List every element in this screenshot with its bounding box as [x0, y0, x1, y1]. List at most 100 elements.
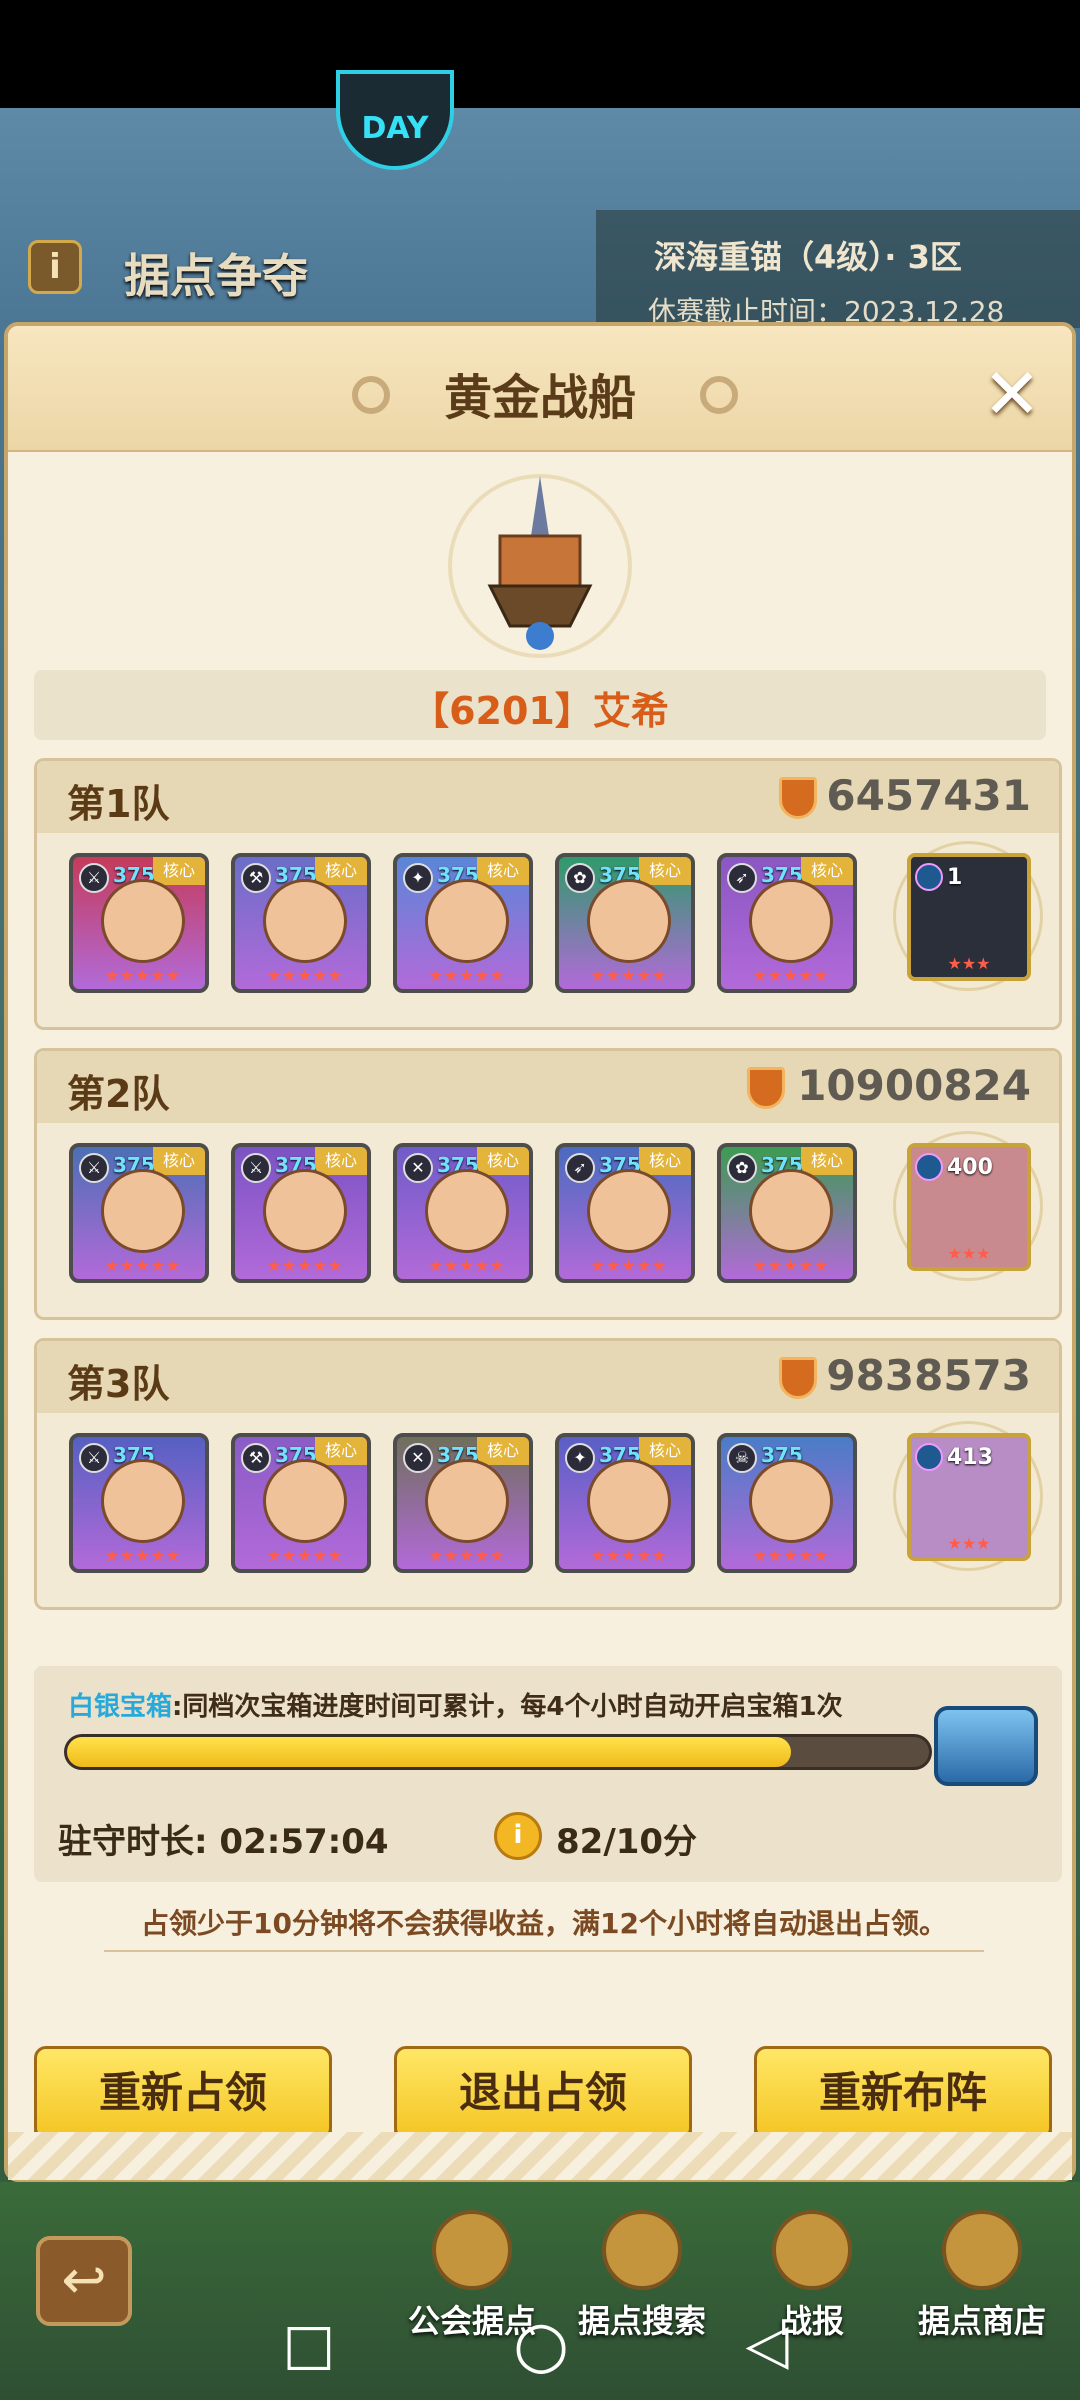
nav-stronghold-search[interactable]: 据点搜索: [562, 2200, 722, 2400]
class-icon: ➶: [565, 1153, 595, 1183]
team-card: 第2队 10900824 ⚔ 375 核心 ★★★★★ ⚔ 375 核心 ★★★…: [34, 1048, 1062, 1320]
close-button[interactable]: ✕: [978, 359, 1046, 430]
hero-stars: ★★★★★: [590, 966, 668, 985]
hero-face-icon: [101, 1459, 185, 1543]
owner-bar: 【6201】艾希: [34, 670, 1046, 740]
hero-portrait[interactable]: ✿ 375 核心 ★★★★★: [717, 1143, 857, 1283]
warship-emblem-icon: [448, 474, 632, 658]
chest-name: 白银宝箱: [68, 1692, 173, 1722]
hero-portrait[interactable]: ✦ 375 核心 ★★★★★: [555, 1433, 695, 1573]
class-icon: ⚔: [79, 863, 109, 893]
hero-face-icon: [101, 1169, 185, 1253]
hero-portrait[interactable]: ⚔ 375 ★★★★★: [69, 1433, 209, 1573]
silver-chest-icon[interactable]: [934, 1706, 1038, 1786]
stronghold-shop-icon: [942, 2210, 1022, 2290]
shield-icon: [779, 777, 817, 819]
core-badge: 核心: [477, 1147, 529, 1175]
team-header: 第2队 10900824: [37, 1051, 1059, 1123]
hero-face-icon: [425, 1169, 509, 1253]
hero-portrait[interactable]: ⚔ 375 核心 ★★★★★: [231, 1143, 371, 1283]
hero-portrait[interactable]: ➶ 375 核心 ★★★★★: [717, 853, 857, 993]
pet-portrait[interactable]: 1 ★★★: [907, 853, 1031, 981]
hero-portrait[interactable]: ⚔ 375 核心 ★★★★★: [69, 853, 209, 993]
team-power: 9838573: [826, 1351, 1031, 1400]
shield-icon: [747, 1067, 785, 1109]
divider: [104, 1950, 984, 1952]
hero-face-icon: [263, 879, 347, 963]
nav-stronghold-shop[interactable]: 据点商店: [902, 2200, 1062, 2400]
hero-stars: ★★★★★: [266, 1256, 344, 1275]
hero-face-icon: [263, 1459, 347, 1543]
hero-face-icon: [425, 1459, 509, 1543]
hero-face-icon: [749, 1459, 833, 1543]
pet-level: 413: [947, 1445, 993, 1470]
android-home-button[interactable]: ○: [506, 2310, 576, 2380]
class-icon: ✿: [727, 1153, 757, 1183]
hero-portrait[interactable]: ➶ 375 核心 ★★★★★: [555, 1143, 695, 1283]
class-icon: ✕: [403, 1443, 433, 1473]
dialog-title: 黄金战船: [443, 370, 636, 426]
redeploy-button[interactable]: 重新布阵: [754, 2046, 1052, 2140]
core-badge: 核心: [315, 857, 367, 885]
team-power: 6457431: [826, 771, 1031, 820]
android-back-button[interactable]: ◁: [732, 2310, 802, 2380]
hero-portrait[interactable]: ⚔ 375 核心 ★★★★★: [69, 1143, 209, 1283]
hero-portrait[interactable]: ⚒ 375 核心 ★★★★★: [231, 1433, 371, 1573]
android-recent-button[interactable]: □: [274, 2310, 344, 2380]
pet-portrait[interactable]: 400 ★★★: [907, 1143, 1031, 1271]
core-badge: 核心: [153, 857, 205, 885]
hero-stars: ★★★★★: [428, 1256, 506, 1275]
hero-portrait[interactable]: ⚒ 375 核心 ★★★★★: [231, 853, 371, 993]
class-icon: ⚔: [241, 1153, 271, 1183]
pet-level: 1: [947, 865, 963, 890]
hero-stars: ★★★★★: [590, 1546, 668, 1565]
pet-level: 400: [947, 1155, 993, 1180]
team-header: 第3队 9838573: [37, 1341, 1059, 1413]
season-name: 深海重锚（4级）· 3区: [654, 238, 962, 276]
hero-portrait[interactable]: ✿ 375 核心 ★★★★★: [555, 853, 695, 993]
hero-portrait[interactable]: ✕ 375 核心 ★★★★★: [393, 1433, 533, 1573]
core-badge: 核心: [477, 857, 529, 885]
team-label: 第1队: [67, 782, 170, 826]
info-icon[interactable]: i: [28, 240, 82, 294]
core-badge: 核心: [639, 857, 691, 885]
coin-rate: 82/10分: [556, 1822, 698, 1862]
pet-stars: ★★★: [947, 1244, 991, 1263]
chest-panel: 白银宝箱:同档次宝箱进度时间可累计，每4个小时自动开启宝箱1次 驻守时长: 02…: [34, 1666, 1062, 1882]
hero-face-icon: [749, 879, 833, 963]
chest-progress-fill: [67, 1737, 791, 1767]
coin-icon: i: [494, 1812, 542, 1860]
hero-stars: ★★★★★: [752, 966, 830, 985]
hero-stars: ★★★★★: [428, 966, 506, 985]
hero-stars: ★★★★★: [428, 1546, 506, 1565]
hero-portrait[interactable]: ✕ 375 核心 ★★★★★: [393, 1143, 533, 1283]
core-badge: 核心: [315, 1437, 367, 1465]
status-bar: [0, 0, 1080, 108]
reoccupy-button[interactable]: 重新占领: [34, 2046, 332, 2140]
hero-stars: ★★★★★: [752, 1256, 830, 1275]
core-badge: 核心: [639, 1437, 691, 1465]
stronghold-search-icon: [602, 2210, 682, 2290]
battle-report-icon: [772, 2210, 852, 2290]
class-icon: ⚔: [79, 1153, 109, 1183]
class-icon: ✦: [565, 1443, 595, 1473]
core-badge: 核心: [477, 1437, 529, 1465]
team-card: 第1队 6457431 ⚔ 375 核心 ★★★★★ ⚒ 375 核心 ★★★★…: [34, 758, 1062, 1030]
team-header: 第1队 6457431: [37, 761, 1059, 833]
pet-class-icon: [915, 1443, 943, 1471]
team-power: 10900824: [797, 1061, 1031, 1110]
back-arrow-icon[interactable]: ↩: [36, 2236, 132, 2326]
exit-occupation-button[interactable]: 退出占领: [394, 2046, 692, 2140]
chest-progress-bar: [64, 1734, 932, 1770]
hero-portrait[interactable]: ✦ 375 核心 ★★★★★: [393, 853, 533, 993]
team-label: 第3队: [67, 1362, 170, 1406]
pet-portrait[interactable]: 413 ★★★: [907, 1433, 1031, 1561]
hero-portrait[interactable]: ☠ 375 ★★★★★: [717, 1433, 857, 1573]
owner-name: 【6201】艾希: [411, 689, 669, 733]
nav-label: 据点商店: [917, 2302, 1046, 2340]
class-icon: ⚒: [241, 1443, 271, 1473]
dialog-bottom-border: [8, 2132, 1072, 2180]
class-icon: ✕: [403, 1153, 433, 1183]
core-badge: 核心: [801, 857, 853, 885]
core-badge: 核心: [639, 1147, 691, 1175]
